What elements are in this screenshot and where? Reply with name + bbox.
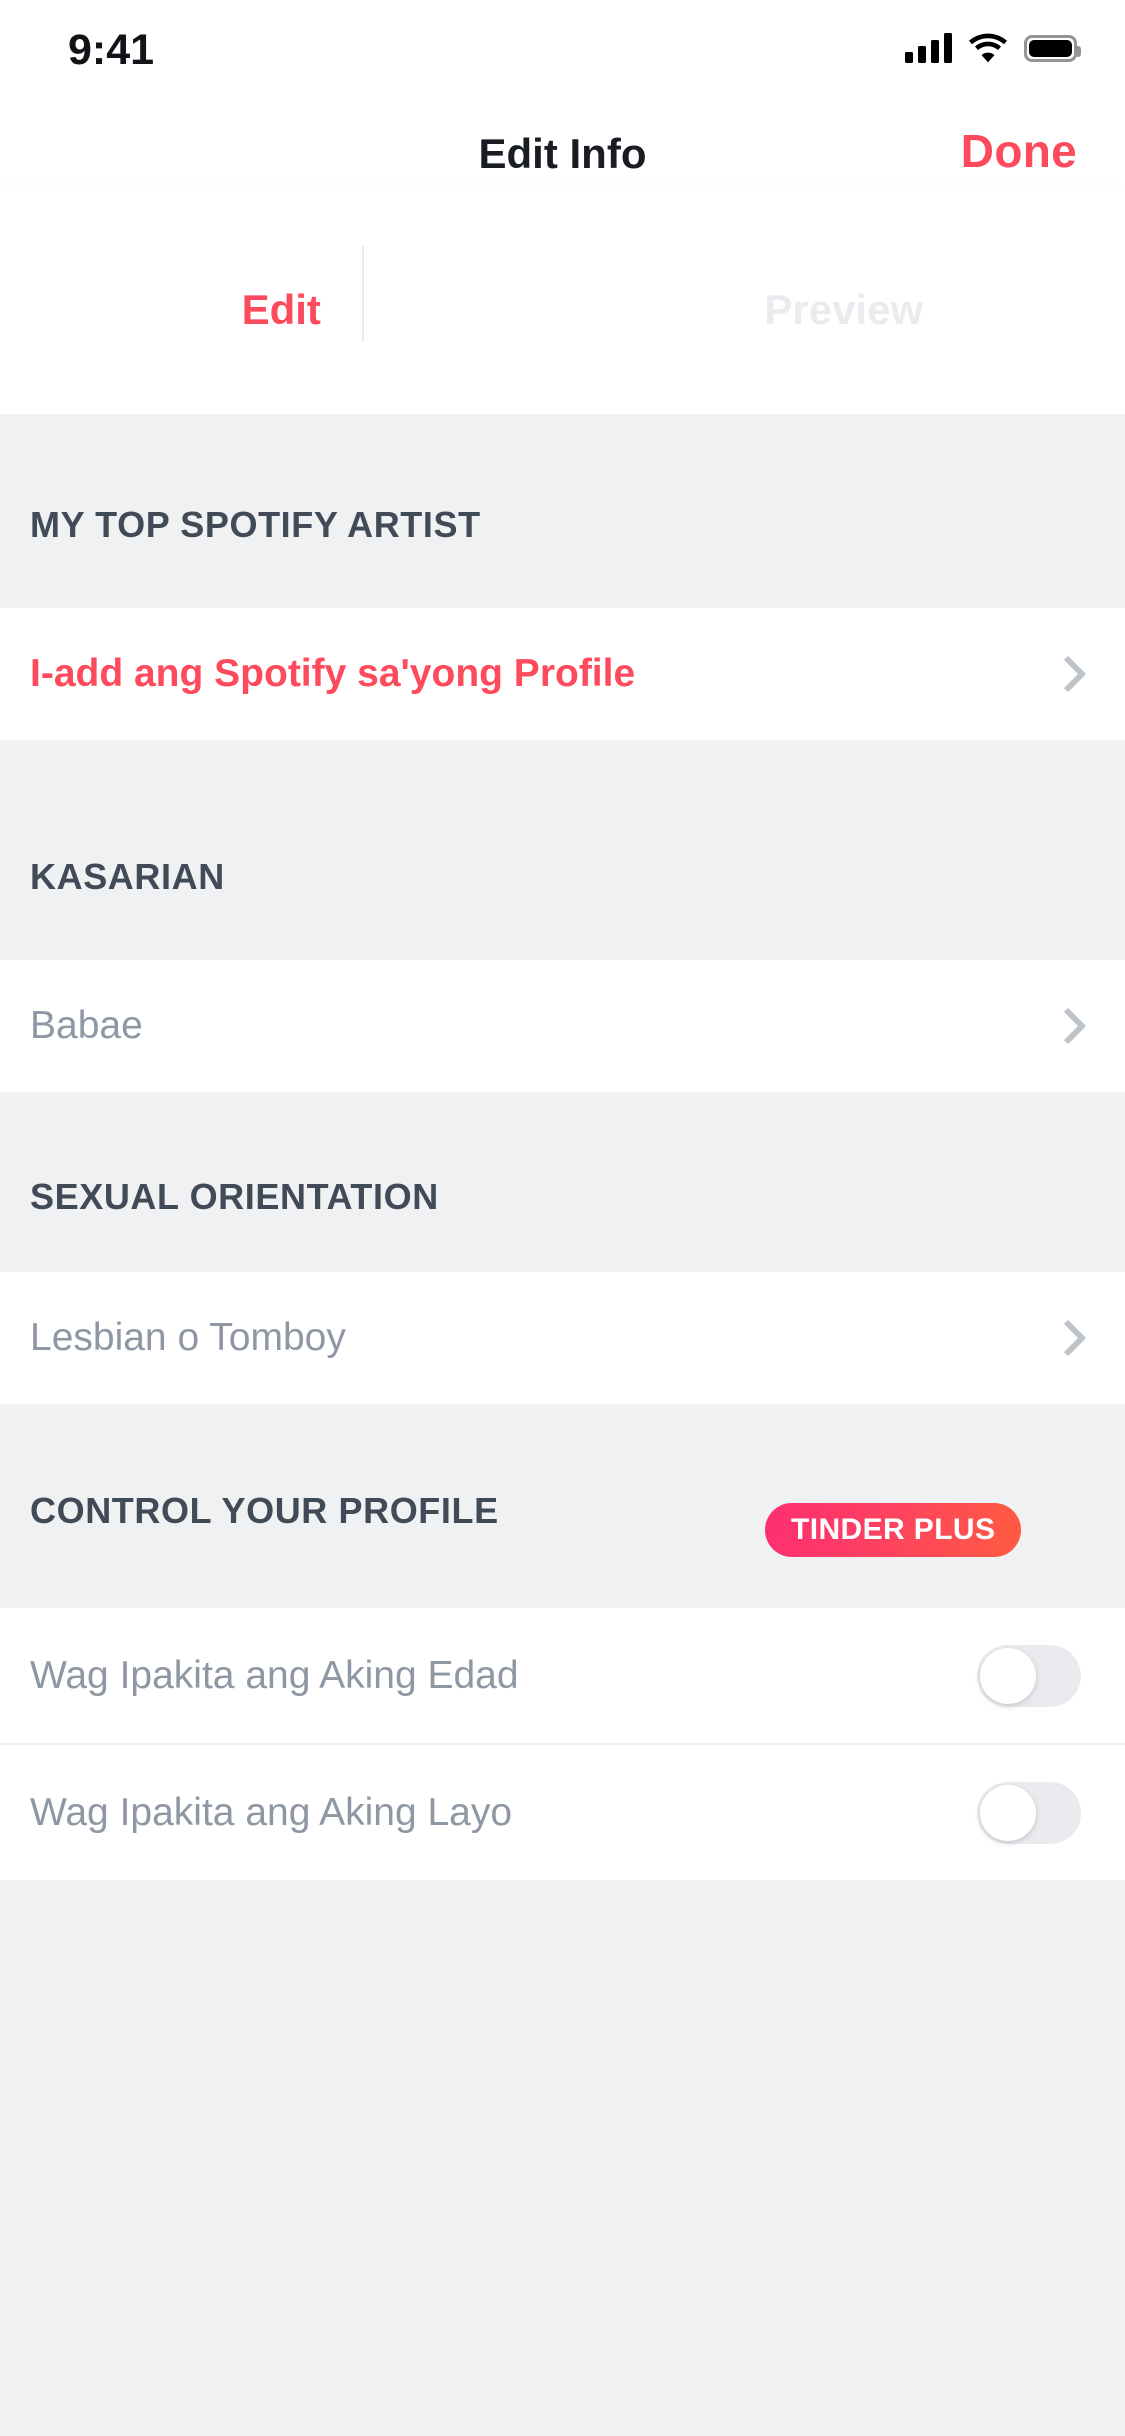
section-header-spotify: MY TOP SPOTIFY ARTIST bbox=[0, 414, 1125, 608]
section-header-label: SEXUAL ORIENTATION bbox=[30, 1176, 439, 1217]
row-hide-age[interactable]: Wag Ipakita ang Aking Edad bbox=[0, 1608, 1125, 1743]
bottom-spacer bbox=[0, 1880, 1125, 2436]
row-gender[interactable]: Babae bbox=[0, 960, 1125, 1092]
row-label: Wag Ipakita ang Aking Layo bbox=[30, 1790, 513, 1834]
row-label: I-add ang Spotify sa'yong Profile bbox=[30, 652, 636, 695]
chevron-right-icon bbox=[1049, 655, 1087, 693]
section-header-gender: KASARIAN bbox=[0, 740, 1125, 960]
row-add-spotify[interactable]: I-add ang Spotify sa'yong Profile bbox=[0, 608, 1125, 740]
tinder-plus-badge[interactable]: TINDER PLUS bbox=[765, 1503, 1022, 1557]
section-header-orientation: SEXUAL ORIENTATION bbox=[0, 1092, 1125, 1272]
section-header-label: KASARIAN bbox=[30, 856, 225, 897]
section-header-label: CONTROL YOUR PROFILE bbox=[30, 1490, 499, 1531]
chevron-right-icon bbox=[1049, 1319, 1087, 1357]
page-title: Edit Info bbox=[478, 130, 647, 177]
chevron-right-icon bbox=[1049, 1007, 1087, 1045]
status-bar-time: 9:41 bbox=[68, 26, 155, 74]
cellular-signal-icon bbox=[905, 33, 952, 63]
hide-distance-toggle[interactable] bbox=[977, 1781, 1081, 1844]
section-header-control-profile: CONTROL YOUR PROFILE TINDER PLUS bbox=[0, 1404, 1125, 1608]
done-button[interactable]: Done bbox=[961, 124, 1077, 178]
edit-preview-tabbar: Edit Preview bbox=[0, 188, 1125, 414]
nav-bar: Edit Info Done bbox=[0, 125, 1125, 188]
tab-preview[interactable]: Preview bbox=[563, 188, 1125, 414]
wifi-icon bbox=[969, 33, 1007, 63]
hide-age-toggle[interactable] bbox=[977, 1644, 1081, 1707]
status-bar-indicators bbox=[905, 26, 1081, 70]
status-bar: 9:41 bbox=[0, 0, 1125, 132]
row-orientation[interactable]: Lesbian o Tomboy bbox=[0, 1272, 1125, 1404]
row-label: Wag Ipakita ang Aking Edad bbox=[30, 1653, 519, 1697]
battery-icon bbox=[1024, 34, 1081, 62]
section-header-label: MY TOP SPOTIFY ARTIST bbox=[30, 504, 481, 545]
row-label: Lesbian o Tomboy bbox=[30, 1316, 346, 1359]
toggle-knob bbox=[980, 1647, 1036, 1704]
tab-divider bbox=[362, 246, 364, 342]
toggle-knob bbox=[980, 1784, 1036, 1841]
row-label: Babae bbox=[30, 1004, 143, 1047]
app-screen: 9:41 Edit Info Done Edit Preview MY TOP … bbox=[0, 0, 1125, 2436]
row-hide-distance[interactable]: Wag Ipakita ang Aking Layo bbox=[0, 1745, 1125, 1880]
tab-edit[interactable]: Edit bbox=[0, 188, 563, 414]
